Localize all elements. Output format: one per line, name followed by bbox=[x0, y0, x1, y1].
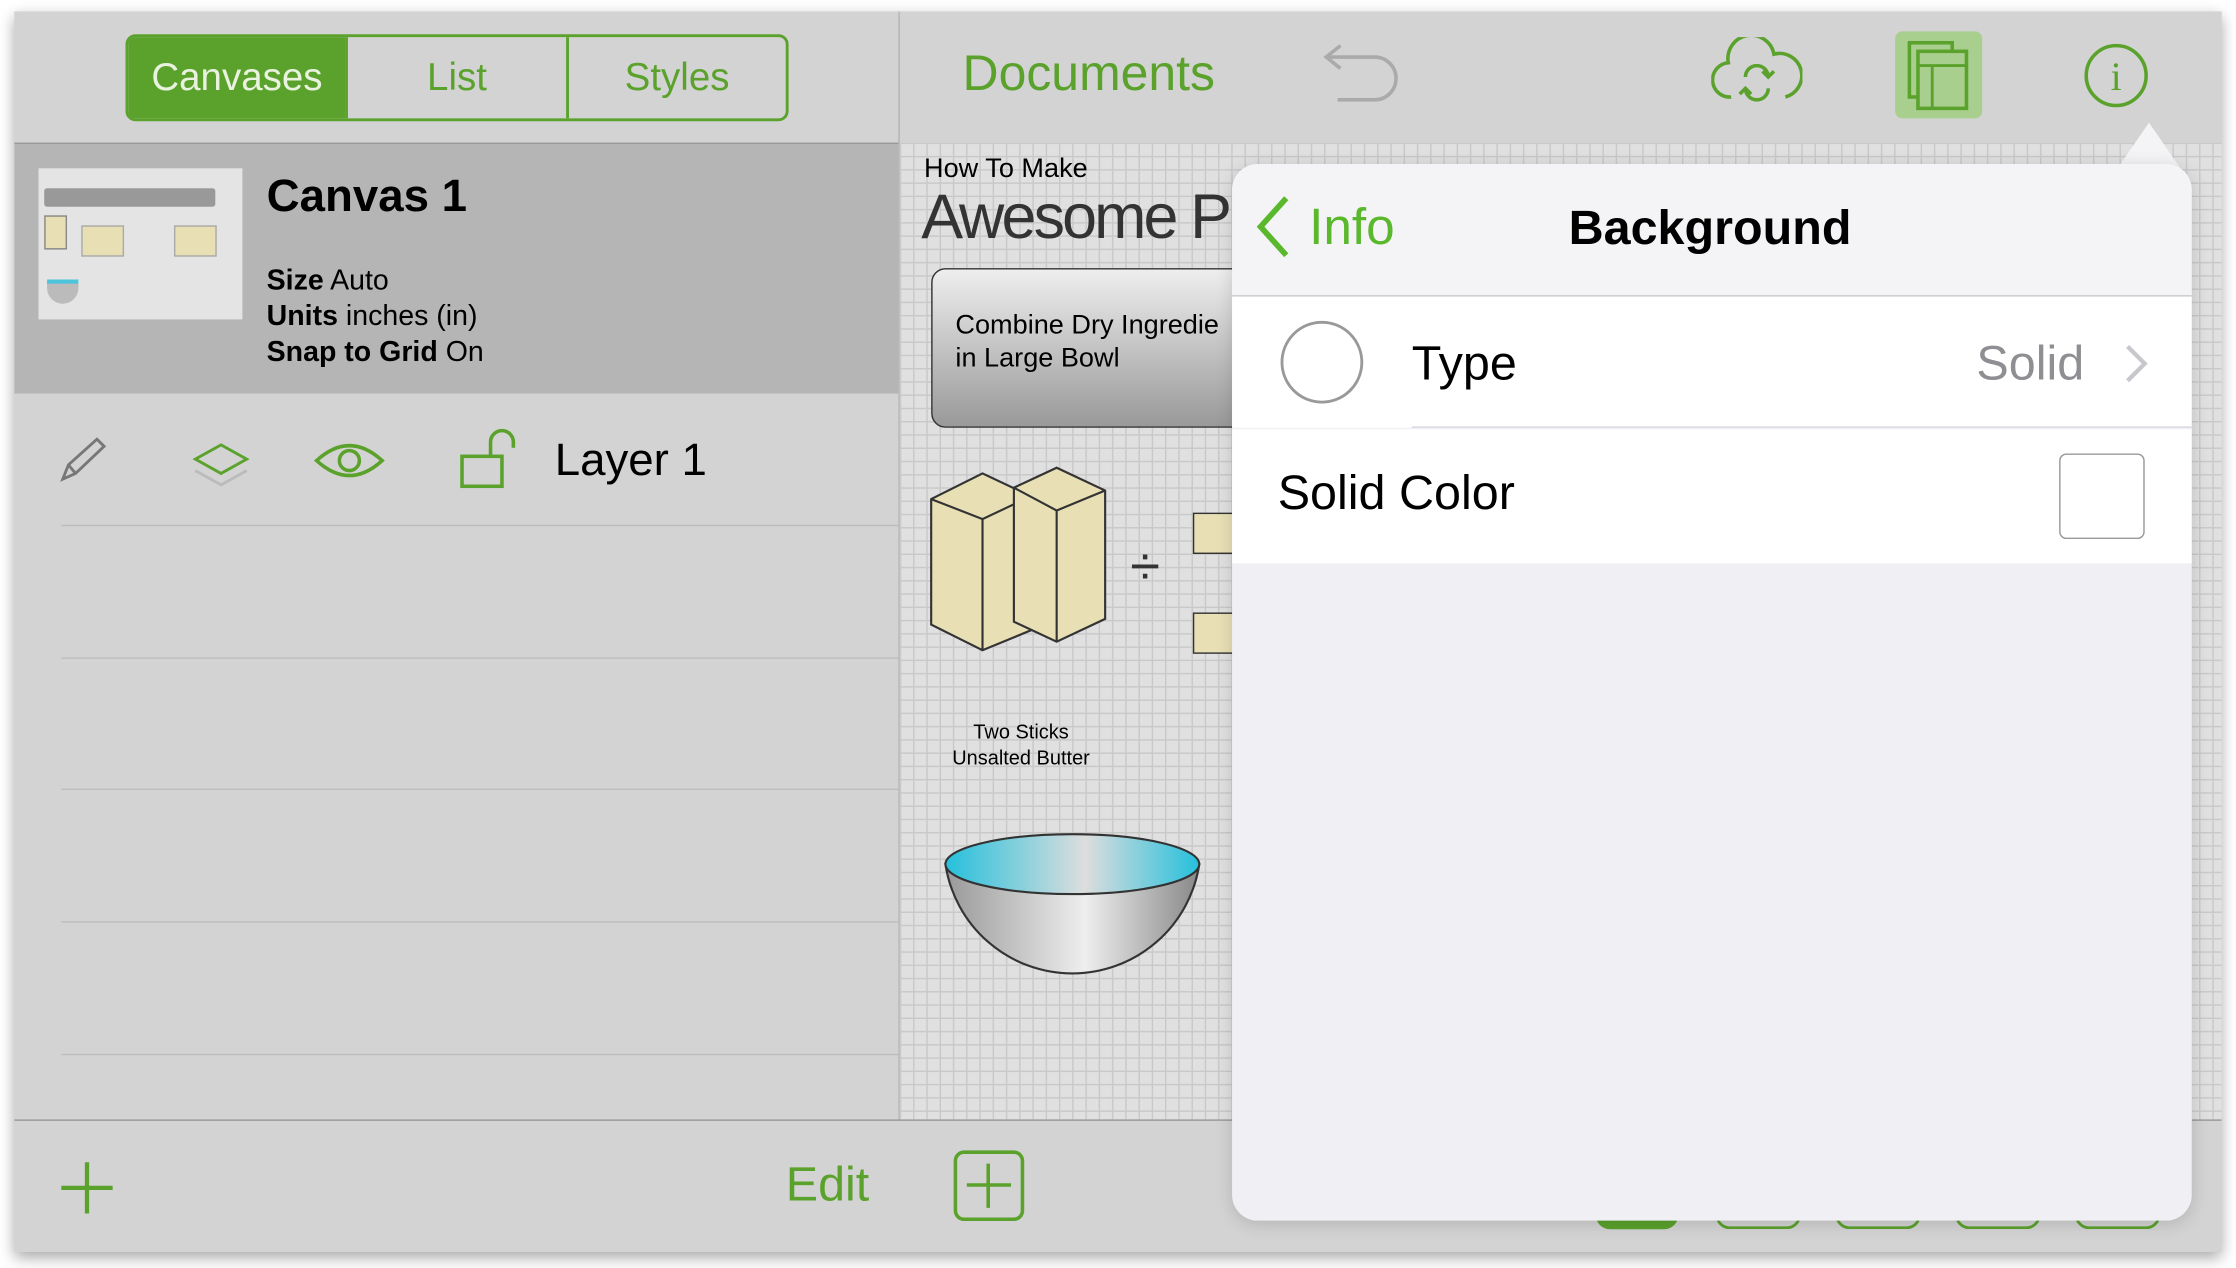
edit-button[interactable]: Edit bbox=[786, 1158, 870, 1214]
popover-arrow bbox=[2117, 122, 2181, 169]
caption-line-2: Unsalted Butter bbox=[952, 745, 1090, 769]
inspector-toggle-button[interactable] bbox=[1895, 31, 1983, 119]
layers-icon[interactable] bbox=[191, 436, 251, 493]
size-label: Size bbox=[266, 265, 324, 297]
segment-canvases[interactable]: Canvases bbox=[128, 37, 346, 119]
butter-caption: Two Sticks Unsalted Butter bbox=[928, 719, 1113, 770]
unlock-icon[interactable] bbox=[459, 428, 527, 491]
diagram-title: Awesome P bbox=[921, 182, 1232, 253]
solid-color-label: Solid Color bbox=[1277, 466, 1515, 521]
segment-styles[interactable]: Styles bbox=[565, 37, 786, 119]
caption-line-1: Two Sticks bbox=[973, 720, 1069, 743]
svg-text:i: i bbox=[2111, 54, 2122, 99]
solid-color-row[interactable]: Solid Color bbox=[1232, 429, 2192, 564]
undo-icon[interactable] bbox=[1320, 40, 1406, 106]
units-value: inches (in) bbox=[345, 300, 478, 333]
canvas-row[interactable]: Canvas 1 Size Auto Units inches (in) Sna… bbox=[14, 142, 899, 394]
segment-list[interactable]: List bbox=[345, 37, 566, 119]
info-icon[interactable]: i bbox=[2082, 41, 2150, 109]
type-value: Solid bbox=[1976, 336, 2085, 391]
add-canvas-icon[interactable] bbox=[57, 1158, 117, 1218]
canvases-icon bbox=[1907, 40, 1969, 111]
snap-label: Snap to Grid bbox=[266, 336, 438, 368]
snap-value: On bbox=[445, 336, 484, 368]
background-popover: Info Background Type Solid Solid Color bbox=[1232, 163, 2192, 1221]
step-text-line-2: in Large Bowl bbox=[955, 343, 1120, 374]
canvas-name: Canvas 1 bbox=[266, 169, 468, 222]
layer-name: Layer 1 bbox=[554, 433, 707, 485]
type-label: Type bbox=[1411, 336, 1517, 391]
step-text-line-1: Combine Dry Ingredie bbox=[955, 310, 1219, 341]
eye-icon[interactable] bbox=[313, 439, 385, 482]
pencil-icon[interactable] bbox=[57, 436, 108, 484]
app-window: Canvases List Styles Canvas 1 Size Auto … bbox=[14, 11, 2222, 1253]
documents-title[interactable]: Documents bbox=[963, 46, 1215, 103]
color-swatch[interactable] bbox=[2059, 453, 2145, 540]
svg-text:÷: ÷ bbox=[1130, 537, 1160, 597]
popover-header: Info Background bbox=[1232, 163, 2192, 297]
add-object-icon[interactable] bbox=[953, 1149, 1027, 1223]
diagram-step-box[interactable]: Combine Dry Ingredie in Large Bowl bbox=[931, 268, 1277, 428]
chevron-right-icon bbox=[2126, 345, 2148, 383]
mixing-bowl-shape[interactable] bbox=[943, 833, 1205, 998]
butter-sticks-shape[interactable]: ÷ bbox=[928, 456, 1270, 684]
back-label: Info bbox=[1309, 196, 1395, 256]
back-button[interactable]: Info bbox=[1255, 195, 1395, 258]
cloud-sync-icon[interactable] bbox=[1711, 37, 1803, 111]
layer-row[interactable]: Layer 1 bbox=[14, 394, 898, 525]
units-label: Units bbox=[266, 300, 338, 333]
canvas-thumbnail bbox=[38, 168, 243, 320]
popover-title: Background bbox=[1568, 201, 1852, 256]
type-radio[interactable] bbox=[1280, 320, 1364, 404]
type-row[interactable]: Type Solid bbox=[1232, 296, 2192, 428]
view-segmented-control[interactable]: Canvases List Styles bbox=[125, 34, 789, 122]
size-value: Auto bbox=[330, 265, 389, 297]
diagram-heading: How To Make bbox=[924, 154, 1088, 184]
chevron-left-icon bbox=[1256, 196, 1289, 258]
canvas-properties: Size Auto Units inches (in) Snap to Grid… bbox=[267, 264, 484, 371]
